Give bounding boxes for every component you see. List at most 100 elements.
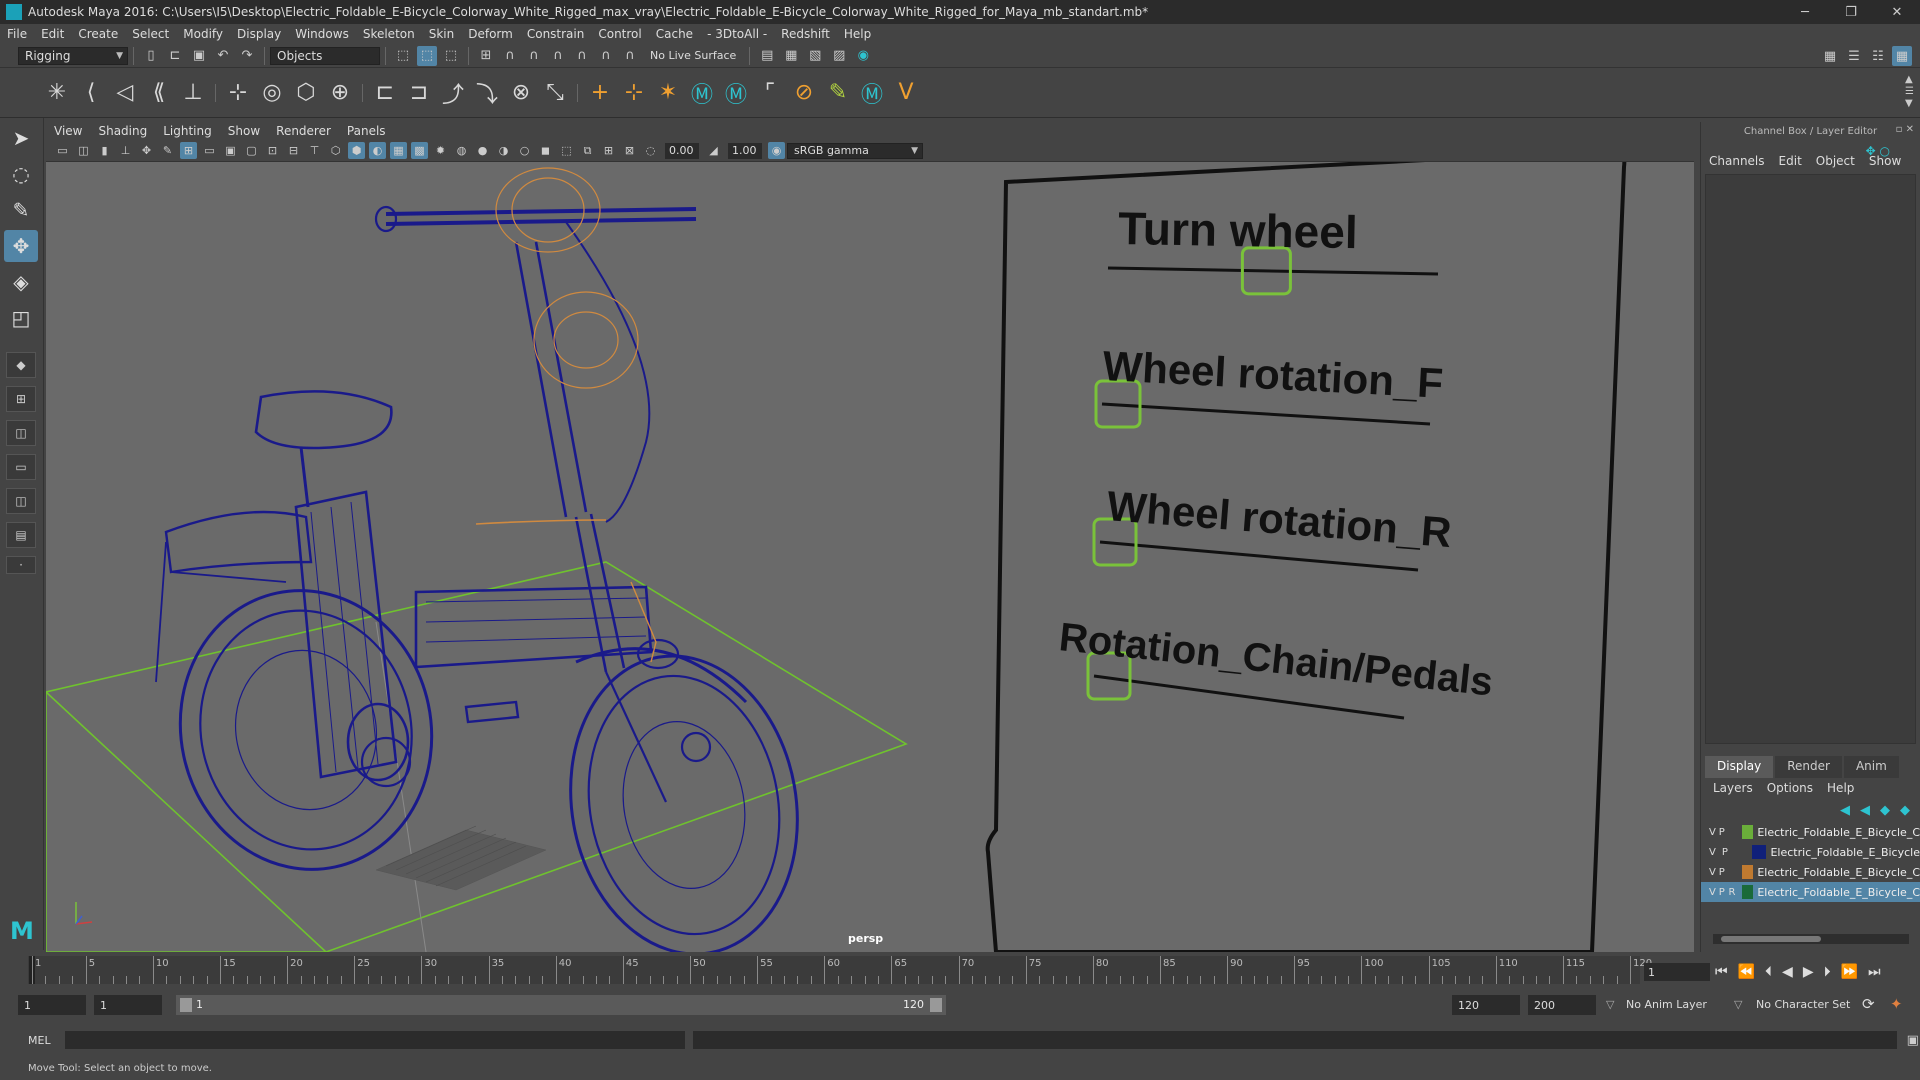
- menu-constrain[interactable]: Constrain: [527, 27, 585, 41]
- nonlinear-deformer-icon[interactable]: ⊕: [325, 75, 355, 111]
- layer-playback-toggle[interactable]: P: [1719, 887, 1729, 898]
- layer-playback-toggle[interactable]: P: [1719, 827, 1729, 838]
- lasso-tool-icon[interactable]: ◌: [4, 158, 38, 190]
- select-camera-icon[interactable]: ▭: [54, 142, 71, 159]
- locator-icon[interactable]: ⊥: [178, 75, 208, 111]
- step-forward-frame-icon[interactable]: ⏵: [1824, 964, 1831, 980]
- snap-vertex-icon[interactable]: ∩: [596, 46, 616, 66]
- animation-preferences-icon[interactable]: ✦: [1890, 995, 1903, 1013]
- orient-constraint-icon[interactable]: ✶: [653, 75, 683, 111]
- step-back-frame-icon[interactable]: ⏴: [1765, 964, 1772, 980]
- gamma-icon[interactable]: ◢: [705, 142, 722, 159]
- move-layer-down-icon[interactable]: ◀: [1860, 803, 1870, 818]
- ik-spline-icon[interactable]: ◁: [110, 75, 140, 111]
- layout-more-icon[interactable]: ·: [6, 556, 36, 574]
- select-component-icon[interactable]: ⬚: [441, 46, 461, 66]
- layer-visibility-toggle[interactable]: V: [1709, 887, 1719, 898]
- lattice-icon[interactable]: ⊹: [223, 75, 253, 111]
- new-scene-icon[interactable]: ▯: [141, 46, 161, 66]
- render-settings-icon[interactable]: ▤: [757, 46, 777, 66]
- grease-pencil-icon[interactable]: ✎: [159, 142, 176, 159]
- joint-tool-icon[interactable]: ✳: [42, 75, 72, 111]
- single-perspective-layout-icon[interactable]: ◆: [6, 352, 36, 378]
- menu-control[interactable]: Control: [598, 27, 641, 41]
- wireframe-on-shaded-icon[interactable]: ◐: [369, 142, 386, 159]
- new-layer-from-selected-icon[interactable]: ◆: [1900, 803, 1910, 818]
- playback-start-field[interactable]: 1: [94, 995, 162, 1015]
- magnet-icon[interactable]: ∩: [620, 46, 640, 66]
- le-menu-layers[interactable]: Layers: [1713, 781, 1753, 795]
- anim-layer-selector[interactable]: No Anim Layer: [1626, 998, 1707, 1011]
- exposure-field[interactable]: 0.00: [665, 142, 699, 159]
- smooth-shade-icon[interactable]: ⬢: [348, 142, 365, 159]
- live-surface-label[interactable]: No Live Surface: [650, 49, 736, 62]
- chevron-down-icon[interactable]: ▽: [1606, 998, 1614, 1011]
- aim-constraint-icon[interactable]: ⊹: [619, 75, 649, 111]
- persp-outliner-layout-icon[interactable]: ◫: [6, 420, 36, 446]
- time-slider[interactable]: 1 5 10 15 20 25 30 35 40 45 50 55 60 65 70 75 80 85 90 95 10…: [20, 952, 1652, 988]
- menu-help[interactable]: Help: [844, 27, 871, 41]
- snap-curve-icon[interactable]: ∩: [500, 46, 520, 66]
- tab-anim[interactable]: Anim: [1843, 756, 1899, 778]
- current-frame-field[interactable]: 1: [1644, 963, 1710, 981]
- select-object-icon[interactable]: ⬚: [417, 45, 437, 66]
- color-management-icon[interactable]: ◉: [768, 142, 785, 159]
- motion-blur-icon[interactable]: ●: [474, 142, 491, 159]
- redo-icon[interactable]: ↷: [237, 46, 257, 66]
- layer-color-swatch[interactable]: [1751, 845, 1767, 859]
- tool-settings-icon[interactable]: ☷: [1868, 46, 1888, 66]
- open-scene-icon[interactable]: ⊏: [165, 46, 185, 66]
- scale-tool-icon[interactable]: ◰: [4, 302, 38, 334]
- paint-weights-icon[interactable]: ⤴: [438, 75, 468, 111]
- layer-row[interactable]: V P R Electric_Foldable_E_Bicycle_C: [1701, 882, 1920, 902]
- step-back-key-icon[interactable]: ⏪: [1738, 964, 1755, 980]
- maya-rig-icon[interactable]: Ⓜ: [857, 75, 887, 111]
- close-button[interactable]: ✕: [1874, 0, 1920, 24]
- menu-modify[interactable]: Modify: [183, 27, 223, 41]
- snap-point-icon[interactable]: ∩: [524, 46, 544, 66]
- point-constraint-icon[interactable]: +: [585, 75, 615, 111]
- paint-select-icon[interactable]: ✎: [4, 194, 38, 226]
- snap-grid-icon[interactable]: ⊞: [476, 46, 496, 66]
- copy-weights-icon[interactable]: ⊗: [506, 75, 536, 111]
- new-layer-icon[interactable]: ◆: [1880, 803, 1890, 818]
- selection-mask-dropdown[interactable]: Objects: [270, 46, 380, 65]
- exposure-icon[interactable]: ◌: [642, 142, 659, 159]
- menu-file[interactable]: File: [7, 27, 27, 41]
- play-backwards-icon[interactable]: ◀: [1782, 964, 1793, 980]
- layer-list-scrollbar[interactable]: [1713, 934, 1909, 944]
- layer-reference-toggle[interactable]: R: [1728, 887, 1738, 898]
- modeling-toolkit-icon[interactable]: ▦: [1820, 46, 1840, 66]
- le-menu-options[interactable]: Options: [1767, 781, 1813, 795]
- range-end-knob[interactable]: [930, 998, 942, 1012]
- wireframe-icon[interactable]: ⬡: [327, 142, 344, 159]
- command-input[interactable]: [64, 1031, 685, 1049]
- vp-menu-view[interactable]: View: [54, 124, 82, 138]
- safe-action-icon[interactable]: ⊟: [285, 142, 302, 159]
- backface-culling-icon[interactable]: ⊠: [621, 142, 638, 159]
- image-plane-icon[interactable]: ⊥: [117, 142, 134, 159]
- ambient-occlusion-icon[interactable]: ◍: [453, 142, 470, 159]
- persp-graph-layout-icon[interactable]: ▭: [6, 454, 36, 480]
- cb-menu-edit[interactable]: Edit: [1779, 154, 1802, 168]
- anti-aliasing-icon[interactable]: ◑: [495, 142, 512, 159]
- menu-skeleton[interactable]: Skeleton: [363, 27, 415, 41]
- animation-end-field[interactable]: 200: [1528, 995, 1596, 1015]
- hypershade-layout-icon[interactable]: ◫: [6, 488, 36, 514]
- shelf-scroll-icon[interactable]: ▲ ☰ ▼: [1905, 74, 1914, 110]
- resolution-gate-icon[interactable]: ▣: [222, 142, 239, 159]
- cb-menu-channels[interactable]: Channels: [1709, 154, 1765, 168]
- play-forwards-icon[interactable]: ▶: [1803, 964, 1814, 980]
- time-ruler[interactable]: 1 5 10 15 20 25 30 35 40 45 50 55 60 65 70 75 80 85 90 95 10…: [28, 956, 1652, 984]
- select-tool-icon[interactable]: ➤: [4, 122, 38, 154]
- snap-view-icon[interactable]: ∩: [548, 46, 568, 66]
- xray-joints-icon[interactable]: ⧉: [579, 142, 596, 159]
- vp-menu-lighting[interactable]: Lighting: [163, 124, 212, 138]
- playback-end-field[interactable]: 120: [1452, 995, 1520, 1015]
- vp-menu-panels[interactable]: Panels: [347, 124, 386, 138]
- go-to-start-icon[interactable]: ⏮: [1715, 964, 1728, 980]
- range-start-knob[interactable]: [180, 998, 192, 1012]
- layer-color-swatch[interactable]: [1742, 825, 1754, 839]
- layer-playback-toggle[interactable]: P: [1722, 847, 1735, 858]
- layer-visibility-toggle[interactable]: V: [1709, 827, 1719, 838]
